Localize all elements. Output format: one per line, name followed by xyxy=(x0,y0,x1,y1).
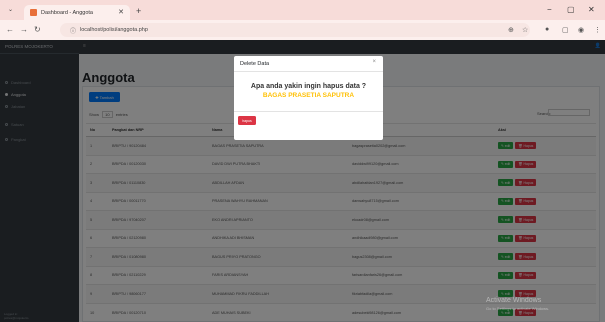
tab-title: Dashboard - Anggota xyxy=(41,9,93,16)
address-bar: ← → ↻ ⓘ localhost/polisi/anggota.php ⊕ ☆… xyxy=(0,20,605,40)
tab-menu-icon[interactable]: ⌄ xyxy=(8,6,13,13)
modal-title: Delete Data xyxy=(240,61,270,67)
browser-tab[interactable]: Dashboard - Anggota ✕ xyxy=(24,5,130,20)
close-window-icon[interactable]: ✕ xyxy=(588,5,595,14)
browser-tabstrip: ⌄ Dashboard - Anggota ✕ + − ▢ ✕ xyxy=(0,0,605,20)
site-info-icon[interactable]: ⓘ xyxy=(70,26,76,35)
watermark-subtitle: Go to Settings to activate Windows. xyxy=(486,306,550,311)
zoom-icon[interactable]: ⊕ xyxy=(508,26,514,34)
forward-icon[interactable]: → xyxy=(20,25,28,34)
minimize-icon[interactable]: − xyxy=(547,5,552,14)
reload-icon[interactable]: ↻ xyxy=(34,25,41,34)
confirm-delete-button[interactable]: hapus xyxy=(238,116,256,125)
url-field[interactable]: ⓘ localhost/polisi/anggota.php xyxy=(60,23,530,37)
extension-icon[interactable]: ● xyxy=(545,26,549,33)
modal-header: Delete Data × xyxy=(234,56,383,72)
tab-close-icon[interactable]: ✕ xyxy=(118,8,124,16)
tab-search-icon[interactable]: ▢ xyxy=(562,26,569,34)
profile-icon[interactable]: ◉ xyxy=(578,26,584,34)
modal-footer-divider xyxy=(234,111,383,112)
activation-watermark: Activate Windows Go to Settings to activ… xyxy=(486,297,549,313)
modal-close-icon[interactable]: × xyxy=(372,59,376,65)
url-text: localhost/polisi/anggota.php xyxy=(80,27,148,33)
back-icon[interactable]: ← xyxy=(6,25,14,34)
watermark-title: Activate Windows xyxy=(486,297,542,304)
more-menu-icon[interactable]: ⋮ xyxy=(594,26,601,34)
bookmark-star-icon[interactable]: ☆ xyxy=(522,26,528,34)
new-tab-icon[interactable]: + xyxy=(136,6,141,16)
favicon-icon xyxy=(30,9,37,16)
delete-modal: Delete Data × Apa anda yakin ingin hapus… xyxy=(234,56,383,140)
maximize-icon[interactable]: ▢ xyxy=(567,5,575,14)
modal-question: Apa anda yakin ingin hapus data ? xyxy=(250,83,367,90)
modal-target-name: BAGAS PRASETIA SAPUTRA xyxy=(262,92,355,99)
